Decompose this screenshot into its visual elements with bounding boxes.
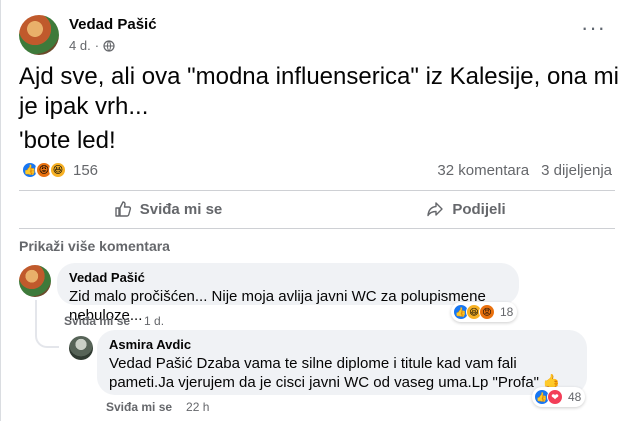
comment-time[interactable]: 1 d.	[144, 314, 164, 328]
post-time[interactable]: 4 d.	[69, 38, 91, 53]
share-arrow-icon	[427, 202, 444, 217]
post-reactions[interactable]: 👍 😡 😆 156	[21, 161, 98, 179]
globe-icon	[103, 39, 115, 52]
more-dots-icon[interactable]: ···	[581, 17, 606, 39]
post-author-name[interactable]: Vedad Pašić	[69, 16, 157, 33]
shares-count[interactable]: 3 dijeljenja	[541, 162, 612, 179]
view-more-comments[interactable]: Prikaži više komentara	[19, 238, 170, 254]
like-button[interactable]: Sviđa mi se	[19, 192, 317, 226]
reply-like-button[interactable]: Sviđa mi se	[106, 400, 172, 414]
comment-like-button[interactable]: Sviđa mi se	[64, 314, 130, 328]
comment-avatar[interactable]	[19, 265, 51, 297]
reply-avatar[interactable]	[69, 336, 93, 360]
comment-reaction-count: 18	[500, 305, 514, 319]
comment-author[interactable]: Vedad Pašić	[69, 270, 507, 285]
reply-bubble: Asmira Avdic Vedad Pašić Dzaba vama te s…	[97, 330, 587, 395]
post-card: Vedad Pašić 4 d. · ··· Ajd sve, ali ova …	[0, 0, 632, 421]
reply-thread-line	[35, 300, 59, 348]
divider	[19, 228, 615, 229]
comment-actions: Sviđa mi se 1 d.	[64, 314, 164, 328]
reply-reactions[interactable]: 👍 ❤ 48	[532, 387, 586, 407]
thumbs-up-icon	[115, 201, 131, 217]
divider	[19, 190, 615, 191]
reply-actions: Sviđa mi se 22 h	[106, 400, 209, 414]
comment-bubble: Vedad Pašić Zid malo pročišćen... Nije m…	[57, 263, 519, 324]
post-text: Ajd sve, ali ova "modna influenserica" i…	[19, 63, 619, 120]
post-stats: 32 komentara 3 dijeljenja	[437, 162, 612, 179]
reply-time[interactable]: 22 h	[186, 400, 209, 414]
post-actions: Sviđa mi se Podijeli	[19, 192, 615, 226]
reply-author[interactable]: Asmira Avdic	[109, 337, 575, 352]
post-text-second: 'bote led!	[19, 127, 116, 154]
reply-reaction-count: 48	[568, 390, 582, 404]
love-icon: ❤	[547, 389, 563, 405]
comments-count[interactable]: 32 komentara	[437, 162, 529, 179]
reply-text: Vedad Pašić Dzaba vama te silne diplome …	[109, 355, 562, 391]
angry-icon: 😡	[479, 304, 495, 320]
share-button[interactable]: Podijeli	[317, 192, 615, 226]
author-avatar[interactable]	[19, 15, 59, 55]
post-meta: 4 d. ·	[69, 38, 115, 53]
reaction-count: 156	[73, 161, 99, 179]
haha-icon: 😆	[49, 161, 67, 179]
comment-reactions[interactable]: 👍 😆 😡 18	[451, 302, 518, 322]
